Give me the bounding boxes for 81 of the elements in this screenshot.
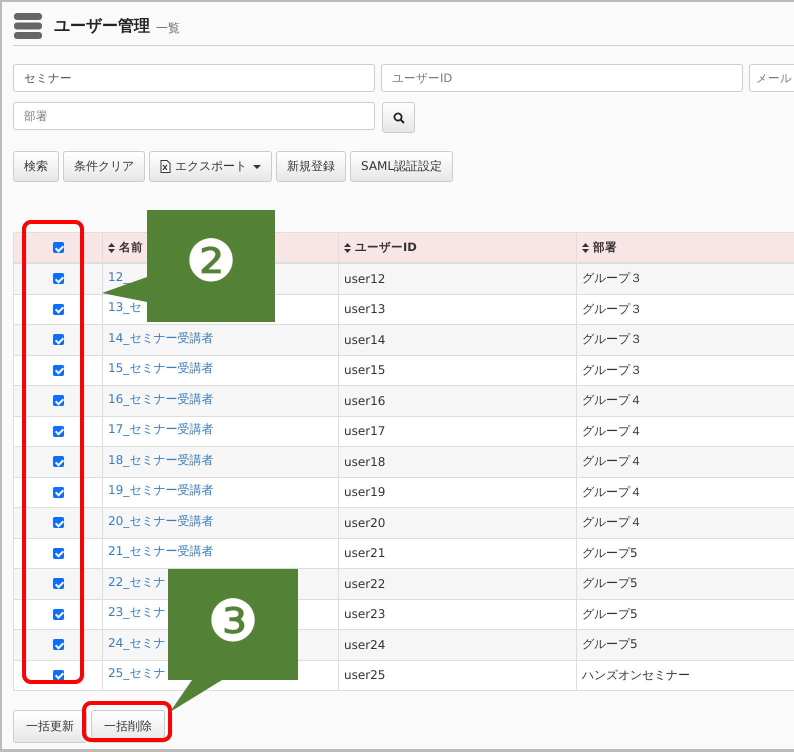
department: グループ３ <box>582 270 642 288</box>
server-icon <box>14 13 42 39</box>
department: グループ４ <box>582 453 642 470</box>
user-name-link[interactable]: 13_セ <box>108 301 142 314</box>
user-id: user14 <box>344 332 386 347</box>
page-subtitle: 一覧 <box>156 20 180 36</box>
toolbar-button[interactable]: エクスポート <box>149 151 272 182</box>
row-checkbox[interactable] <box>52 395 64 406</box>
department: グループ３ <box>582 300 642 318</box>
column-header[interactable]: 部署 <box>582 240 617 255</box>
department: グループ5 <box>582 606 638 623</box>
user-id: user24 <box>344 638 386 652</box>
search-field[interactable]: セミナー <box>13 64 375 92</box>
user-name-link[interactable]: 24_セミナ <box>108 636 166 649</box>
column-header[interactable]: 名前 <box>108 240 143 255</box>
user-name-link[interactable]: 23_セミナ <box>108 606 166 618</box>
user-id: user16 <box>344 394 386 408</box>
user-id: user25 <box>344 668 386 682</box>
toolbar-button[interactable]: 新規登録 <box>276 151 346 182</box>
column-header[interactable]: ユーザーID <box>344 240 417 255</box>
search-field[interactable]: メール <box>749 64 794 92</box>
user-id: user21 <box>344 546 386 560</box>
department: グループ３ <box>582 362 642 379</box>
search-field[interactable]: ユーザーID <box>381 64 743 92</box>
row-checkbox[interactable] <box>52 304 64 315</box>
user-name-link[interactable]: 22_セミナ <box>108 576 166 588</box>
search-button[interactable] <box>382 102 415 133</box>
toolbar-button[interactable]: 検索 <box>13 151 59 182</box>
row-checkbox[interactable] <box>52 364 64 376</box>
user-id: user22 <box>344 576 386 591</box>
bulk-action-button[interactable]: 一括更新 <box>13 710 87 743</box>
user-name-link[interactable]: 21_セミナー受講者 <box>108 545 214 558</box>
department: グループ４ <box>582 392 642 410</box>
user-id: user20 <box>344 516 386 530</box>
user-id: user18 <box>344 454 386 469</box>
user-name-link[interactable]: 16_セミナー受講者 <box>108 392 214 405</box>
user-id: user19 <box>344 485 386 500</box>
row-checkbox[interactable] <box>52 639 64 650</box>
user-id: user13 <box>344 302 386 316</box>
row-checkbox[interactable] <box>52 273 64 284</box>
row-checkbox[interactable] <box>52 548 64 559</box>
select-all-checkbox[interactable] <box>52 242 64 253</box>
sort-icon <box>582 242 589 252</box>
callout-number: ❸ <box>207 587 259 655</box>
department: グループ４ <box>582 514 642 532</box>
user-id: user17 <box>344 424 386 438</box>
row-checkbox[interactable] <box>52 456 64 468</box>
department: ハンズオンセミナー <box>582 666 690 684</box>
search-field[interactable]: 部署 <box>13 102 375 130</box>
toolbar-button[interactable]: SAML認証設定 <box>350 151 454 182</box>
user-name-link[interactable]: 14_セミナー受講者 <box>108 332 214 344</box>
row-checkbox[interactable] <box>52 578 64 590</box>
row-checkbox[interactable] <box>52 517 64 528</box>
user-name-link[interactable]: 12_ <box>108 270 130 283</box>
user-id: user12 <box>344 272 386 286</box>
user-name-link[interactable]: 25_セミナ <box>108 667 166 680</box>
department: グループ４ <box>582 484 642 501</box>
page-title: ユーザー管理 <box>54 16 150 36</box>
toolbar-button[interactable]: 条件クリア <box>63 151 145 182</box>
user-name-link[interactable]: 15_セミナー受講者 <box>108 362 214 374</box>
department: グループ5 <box>582 636 638 654</box>
user-id: user23 <box>344 607 386 622</box>
row-checkbox[interactable] <box>52 608 64 620</box>
row-checkbox[interactable] <box>52 426 64 437</box>
user-name-link[interactable]: 17_セミナー受講者 <box>108 423 214 436</box>
department: グループ5 <box>582 575 638 592</box>
spreadsheet-file-icon <box>160 160 171 173</box>
search-icon <box>392 112 404 124</box>
sort-icon <box>344 242 351 252</box>
user-name-link[interactable]: 20_セミナー受講者 <box>108 514 214 527</box>
user-id: user15 <box>344 363 386 378</box>
user-name-link[interactable]: 18_セミナー受講者 <box>108 454 214 466</box>
department: グループ３ <box>582 331 642 348</box>
sort-icon <box>108 242 115 252</box>
department: グループ5 <box>582 544 638 562</box>
row-checkbox[interactable] <box>52 670 64 681</box>
user-name-link[interactable]: 19_セミナー受講者 <box>108 484 214 496</box>
callout-number: ❷ <box>185 227 237 295</box>
row-checkbox[interactable] <box>52 486 64 498</box>
department: グループ４ <box>582 422 642 440</box>
row-checkbox[interactable] <box>52 334 64 346</box>
